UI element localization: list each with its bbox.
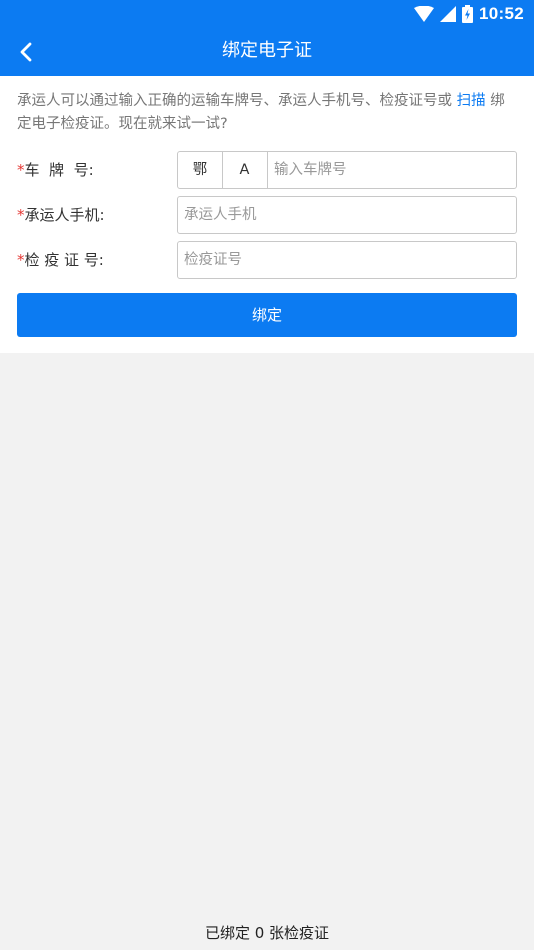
required-mark: * <box>17 251 25 269</box>
certificate-label: *检 疫 证 号: <box>17 241 104 279</box>
battery-icon <box>462 5 474 23</box>
certificate-input[interactable] <box>178 242 516 278</box>
phone-row: *承运人手机: <box>17 196 517 234</box>
scan-link[interactable]: 扫描 <box>457 93 486 109</box>
required-mark: * <box>17 161 25 179</box>
intro-text: 承运人可以通过输入正确的运输车牌号、承运人手机号、检疫证号或 扫描 绑定电子检疫… <box>17 90 517 136</box>
plate-input-group: 鄂 A <box>177 151 517 189</box>
certificate-row: *检 疫 证 号: <box>17 241 517 279</box>
phone-input[interactable] <box>178 197 516 233</box>
signal-icon <box>440 6 457 22</box>
wifi-icon <box>414 6 435 22</box>
plate-number-wrap <box>268 152 516 188</box>
plate-row: *车 牌 号: 鄂 A <box>17 151 517 189</box>
page-title: 绑定电子证 <box>222 40 312 61</box>
status-bar: 10:52 <box>0 0 534 28</box>
app-bar: 绑定电子证 <box>0 28 534 76</box>
bound-count-text: 已绑定 0 张检疫证 <box>204 924 330 942</box>
status-icons: 10:52 <box>414 3 524 25</box>
bind-form-panel: 承运人可以通过输入正确的运输车牌号、承运人手机号、检疫证号或 扫描 绑定电子检疫… <box>0 76 534 353</box>
phone-input-box <box>177 196 517 234</box>
plate-province-selector[interactable]: 鄂 <box>178 152 223 188</box>
plate-number-input[interactable] <box>268 152 516 188</box>
certificate-label-text: 检 疫 证 号: <box>24 251 104 269</box>
certificate-input-box <box>177 241 517 279</box>
phone-label: *承运人手机: <box>17 196 105 234</box>
intro-text-before: 承运人可以通过输入正确的运输车牌号、承运人手机号、检疫证号或 <box>17 93 457 109</box>
required-mark: * <box>17 206 25 224</box>
plate-label: *车 牌 号: <box>17 151 94 189</box>
bind-button[interactable]: 绑定 <box>17 293 517 337</box>
status-time: 10:52 <box>479 4 524 23</box>
plate-letter-selector[interactable]: A <box>222 152 268 188</box>
phone-label-text: 承运人手机: <box>24 206 105 224</box>
plate-label-text: 车 牌 号: <box>24 161 94 179</box>
